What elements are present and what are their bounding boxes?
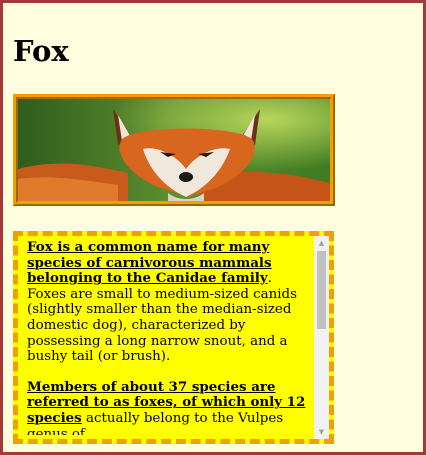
scroll-thumb[interactable] [317,251,326,329]
article-panel[interactable]: Fox is a common name for many species of… [13,231,334,444]
article-text: Fox is a common name for many species of… [27,240,311,435]
scroll-up-arrow-icon[interactable]: ▲ [314,236,329,250]
article-scrollbar[interactable]: ▲ ▼ [314,236,329,439]
scroll-down-arrow-icon[interactable]: ▼ [314,425,329,439]
article-paragraph-1-bold: Fox is a common name for many species of… [27,240,272,287]
article-paragraph-2: Members of about 37 species are referred… [27,379,311,435]
article-paragraph-1: Fox is a common name for many species of… [27,240,311,365]
fox-image-frame [13,94,335,206]
page-frame: Fox Fox is a common name for many specie… [0,0,426,455]
page-title: Fox [13,34,69,68]
fox-image [18,99,330,201]
